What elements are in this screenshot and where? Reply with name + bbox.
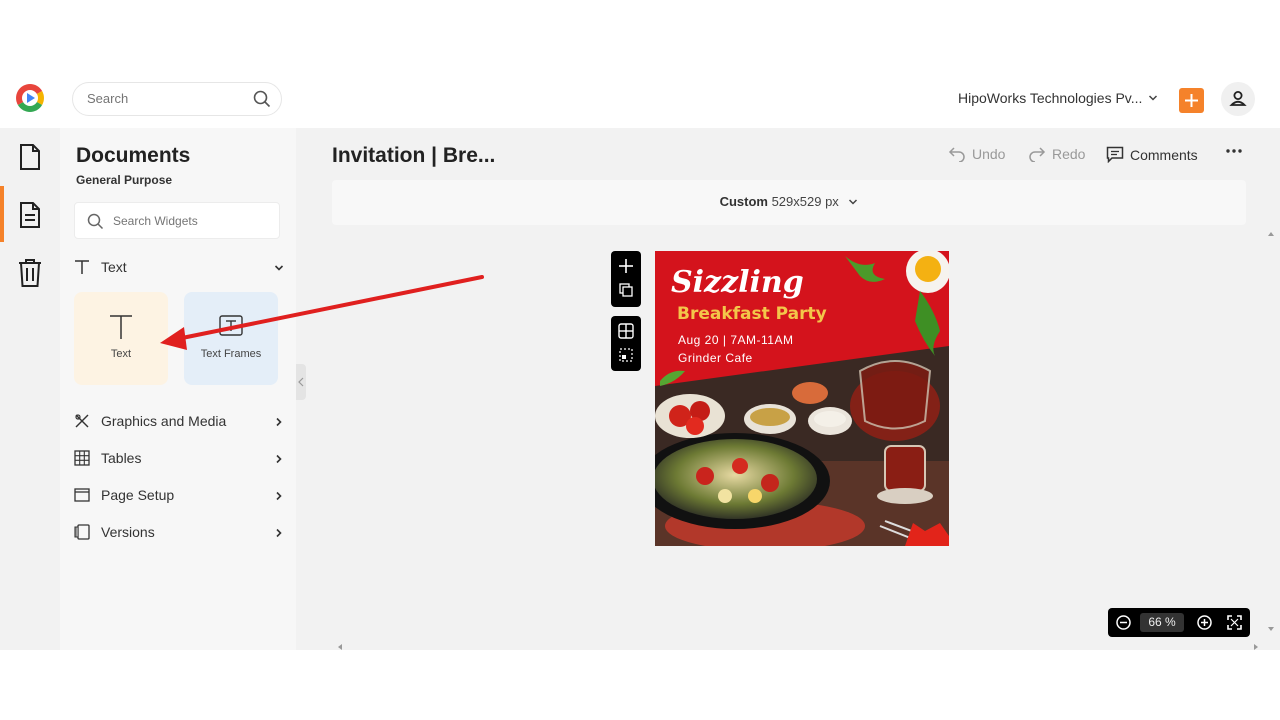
tables-label: Tables [101, 450, 142, 466]
chevron-right-icon [274, 488, 284, 504]
add-page-icon[interactable] [618, 258, 634, 274]
size-preset: Custom [719, 194, 768, 209]
zoom-value: 66 [1148, 615, 1162, 629]
search-icon [87, 213, 104, 235]
table-icon [74, 450, 90, 469]
chevron-right-icon [274, 525, 284, 541]
organization-selector[interactable]: HipoWorks Technologies Pv... [958, 90, 1158, 106]
page-setup-icon [74, 487, 90, 506]
undo-button[interactable]: Undo [948, 146, 1005, 162]
global-search[interactable] [72, 82, 282, 116]
scroll-right-icon[interactable] [1252, 643, 1260, 651]
rail-trash[interactable] [0, 244, 60, 300]
chevron-down-icon [848, 195, 858, 210]
text-widget-tile[interactable]: Text [74, 292, 168, 385]
text-widget-label: Text [110, 348, 132, 360]
duplicate-page-icon[interactable] [619, 283, 633, 297]
invitation-artwork[interactable]: Sizzling Breakfast Party Aug 20 | 7AM-11… [655, 251, 949, 546]
global-search-input[interactable] [87, 91, 237, 106]
chevron-down-icon [274, 260, 284, 276]
left-rail [0, 128, 60, 650]
widget-search[interactable] [74, 202, 280, 239]
zoom-out-icon[interactable] [1116, 615, 1131, 630]
artwork-date[interactable]: Aug 20 | 7AM-11AM [678, 333, 793, 347]
page-setup-label: Page Setup [101, 487, 175, 503]
graphics-icon [74, 413, 90, 432]
scroll-up-icon[interactable] [1267, 230, 1275, 238]
widgets-panel: Documents General Purpose Text Text Text… [60, 128, 296, 650]
widget-search-input[interactable] [113, 214, 263, 228]
tables-section[interactable]: Tables [74, 447, 284, 471]
user-icon [1229, 90, 1247, 106]
trash-icon [19, 259, 41, 287]
versions-icon [74, 524, 90, 543]
organization-name: HipoWorks Technologies Pv... [958, 90, 1143, 106]
page-add-toolbar [611, 251, 641, 307]
chevron-down-icon [1148, 90, 1158, 106]
artwork-title[interactable]: Sizzling [671, 265, 804, 300]
top-bar: HipoWorks Technologies Pv... [0, 72, 1280, 128]
form-icon [20, 202, 40, 228]
chevron-left-icon [298, 377, 304, 387]
artwork-venue[interactable]: Grinder Cafe [678, 351, 753, 365]
zoom-level[interactable]: 66 % [1140, 613, 1184, 632]
page-layout-toolbar [611, 316, 641, 371]
graphics-media-section[interactable]: Graphics and Media [74, 410, 284, 434]
scroll-down-icon[interactable] [1267, 625, 1275, 633]
comments-label: Comments [1130, 146, 1198, 163]
page-size-bar[interactable]: Custom 529x529 px [332, 180, 1246, 225]
versions-label: Versions [101, 524, 155, 540]
rail-forms[interactable] [0, 186, 60, 242]
app-logo-icon[interactable] [14, 82, 46, 114]
document-title[interactable]: Invitation | Bre... [332, 144, 495, 168]
redo-button[interactable]: Redo [1028, 146, 1085, 162]
rail-documents[interactable] [0, 128, 60, 184]
select-area-icon[interactable] [619, 348, 633, 362]
search-icon[interactable] [253, 90, 271, 113]
panel-collapse-handle[interactable] [296, 364, 306, 400]
artwork-subtitle[interactable]: Breakfast Party [677, 304, 827, 324]
redo-label: Redo [1052, 146, 1086, 162]
undo-icon [948, 147, 965, 162]
versions-section[interactable]: Versions [74, 521, 284, 545]
text-frames-widget-label: Text Frames [200, 348, 262, 360]
text-section-header[interactable]: Text [74, 256, 284, 280]
document-icon [20, 144, 40, 170]
undo-label: Undo [972, 146, 1006, 162]
chevron-right-icon [274, 414, 284, 430]
panel-subtitle: General Purpose [76, 173, 173, 187]
comment-icon [1106, 146, 1124, 163]
text-frames-widget-tile[interactable]: Text Frames [184, 292, 278, 385]
text-frame-icon [219, 314, 243, 343]
comments-button[interactable]: Comments [1106, 146, 1198, 163]
size-value: 529x529 px [771, 194, 839, 209]
more-options-icon[interactable] [1225, 148, 1243, 154]
graphics-media-label: Graphics and Media [101, 413, 227, 429]
text-icon [74, 259, 90, 278]
zoom-controls: 66 % [1108, 608, 1250, 637]
grid-icon[interactable] [618, 323, 634, 339]
panel-title: Documents [76, 144, 191, 167]
user-menu-button[interactable] [1221, 82, 1255, 116]
editor-workspace: Invitation | Bre... Undo Redo Comments C… [296, 128, 1280, 650]
create-button[interactable] [1179, 88, 1204, 113]
zoom-in-icon[interactable] [1197, 615, 1212, 630]
text-icon [109, 314, 133, 345]
plus-icon [1185, 94, 1198, 107]
scroll-left-icon[interactable] [336, 643, 344, 651]
page-setup-section[interactable]: Page Setup [74, 484, 284, 508]
zoom-unit: % [1165, 615, 1176, 629]
chevron-right-icon [274, 451, 284, 467]
redo-icon [1029, 147, 1046, 162]
fullscreen-icon[interactable] [1227, 615, 1242, 630]
text-section-label: Text [101, 259, 127, 275]
